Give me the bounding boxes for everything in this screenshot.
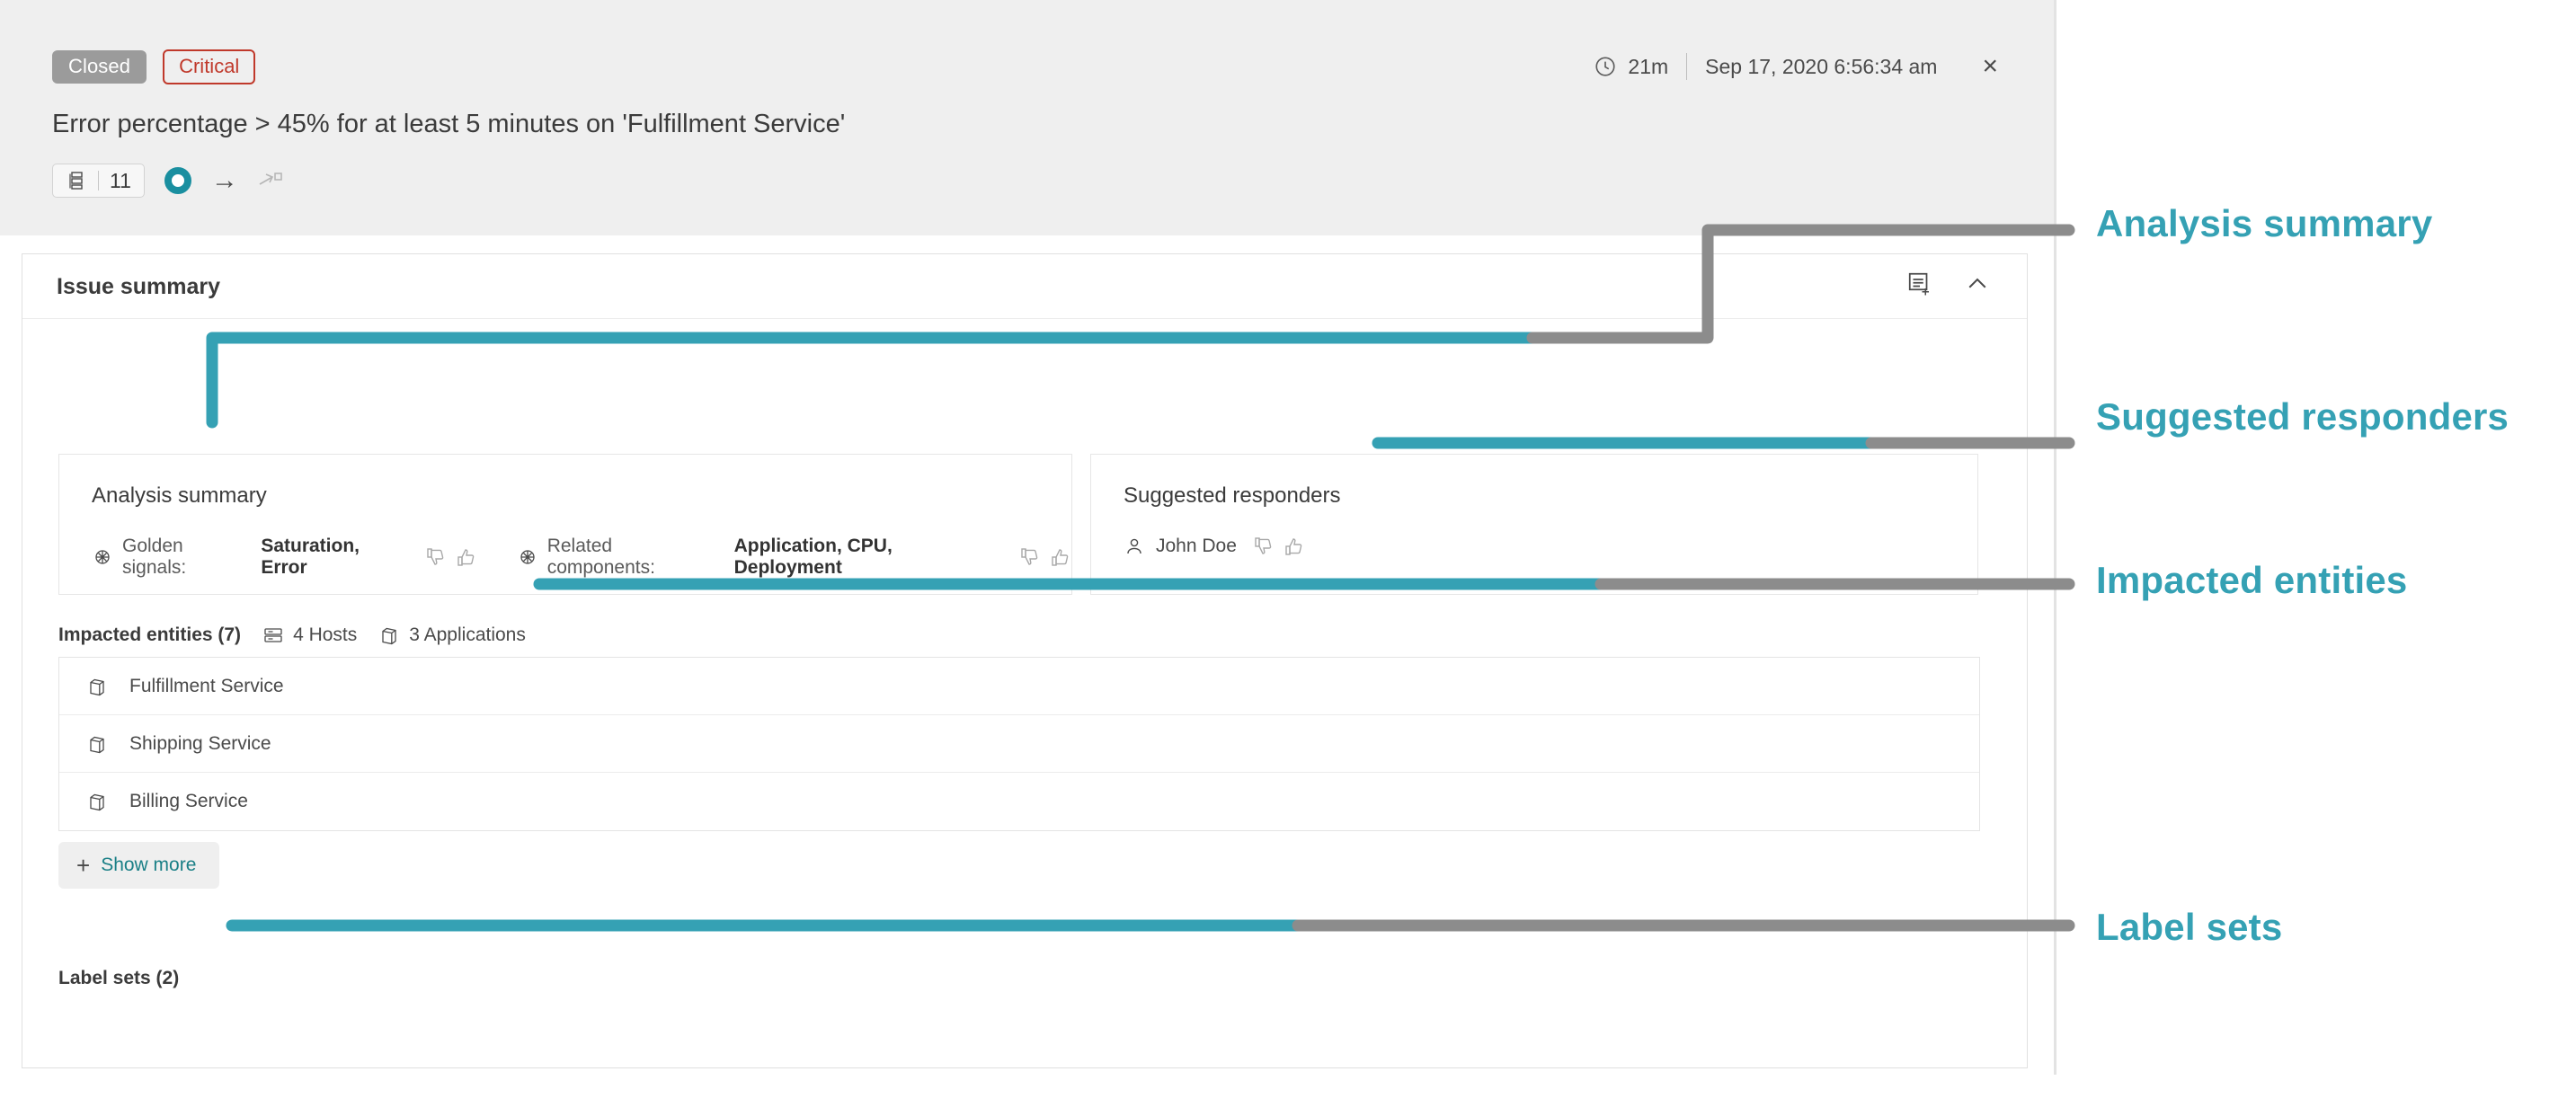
section-actions (1906, 270, 1991, 297)
annotation-label-impacted-entities: Impacted entities (2096, 559, 2408, 602)
issue-state-donut-icon (164, 167, 191, 194)
add-note-icon[interactable] (1906, 270, 1933, 297)
label-sets-label: Label sets (2) (58, 968, 179, 989)
stacked-events-icon (66, 170, 87, 191)
related-components-feedback (1019, 546, 1071, 568)
host-icon (262, 624, 284, 646)
impacted-entities-label: Impacted entities (7) (58, 624, 241, 646)
show-more-label: Show more (101, 855, 196, 876)
impacted-entities-header: Impacted entities (7) 4 Hosts (58, 624, 526, 646)
duration-value: 21m (1628, 55, 1668, 79)
summary-cards-row: Analysis summary Golden signals: Saturat… (58, 454, 1978, 595)
issue-summary-header: Issue summary (22, 254, 2027, 319)
golden-signals-group: Golden signals: Saturation, Error (92, 536, 477, 579)
status-badge[interactable]: Closed (52, 50, 147, 84)
thumbs-down-icon[interactable] (425, 546, 447, 568)
show-more-button[interactable]: + Show more (58, 842, 219, 889)
impacted-facet-hosts-text: 4 Hosts (293, 624, 357, 646)
annotation-label-suggested-responders: Suggested responders (2096, 395, 2509, 438)
golden-signals-icon (92, 546, 113, 568)
thumbs-down-icon[interactable] (1253, 536, 1275, 557)
header-divider (1686, 53, 1687, 80)
golden-signals-value: Saturation, Error (261, 536, 410, 579)
related-components-label: Related components: (547, 536, 725, 579)
related-components-icon (517, 546, 538, 568)
thumbs-up-icon[interactable] (1284, 536, 1305, 557)
application-icon (86, 733, 108, 755)
suggested-responders-title: Suggested responders (1124, 483, 1341, 509)
related-components-group: Related components: Application, CPU, De… (517, 536, 1071, 579)
annotation-label-analysis-summary: Analysis summary (2096, 202, 2432, 245)
severity-badge[interactable]: Critical (163, 49, 255, 84)
golden-signals-feedback (425, 546, 477, 568)
issue-closed-icon (258, 169, 285, 192)
thumbs-down-icon[interactable] (1019, 546, 1041, 568)
header-right-cluster: 21m Sep 17, 2020 6:56:34 am × (1594, 49, 2054, 84)
analysis-summary-rows: Golden signals: Saturation, Error (92, 536, 1071, 579)
impacted-facet-hosts[interactable]: 4 Hosts (262, 624, 357, 646)
suggested-responders-card: Suggested responders John Doe (1090, 454, 1978, 595)
related-components-value: Application, CPU, Deployment (734, 536, 1005, 579)
application-icon (86, 676, 108, 697)
screenshot-stage: Closed Critical Error percentage > 45% f… (0, 0, 2576, 1107)
close-icon[interactable]: × (1973, 49, 2007, 84)
application-icon (86, 791, 108, 812)
thumbs-up-icon[interactable] (1050, 546, 1071, 568)
thumbs-up-icon[interactable] (456, 546, 477, 568)
annotation-label-label-sets: Label sets (2096, 906, 2282, 949)
person-icon (1124, 536, 1145, 557)
impacted-facet-applications-text: 3 Applications (409, 624, 526, 646)
impacted-entities-list: Fulfillment Service Shipping Service (58, 657, 1980, 831)
event-count-value: 11 (110, 171, 131, 191)
analysis-summary-title: Analysis summary (92, 483, 267, 509)
entity-name: Billing Service (129, 791, 248, 812)
impacted-facet-applications[interactable]: 3 Applications (378, 624, 526, 646)
application-icon (378, 624, 400, 646)
plus-icon: + (76, 854, 90, 877)
clock-icon (1594, 55, 1617, 78)
badges-row: Closed Critical (52, 49, 255, 84)
issue-summary-card: Issue summary (22, 253, 2028, 1068)
golden-signals-label: Golden signals: (122, 536, 252, 579)
responder-feedback (1253, 536, 1305, 557)
duration-group: 21m (1594, 55, 1668, 79)
table-row[interactable]: Fulfillment Service (59, 658, 1979, 715)
entity-name: Shipping Service (129, 733, 271, 755)
table-row[interactable]: Shipping Service (59, 715, 1979, 773)
panel-header: Closed Critical Error percentage > 45% f… (0, 0, 2054, 235)
event-count-chip[interactable]: 11 (52, 164, 145, 198)
table-row[interactable]: Billing Service (59, 773, 1979, 830)
section-title: Issue summary (57, 274, 220, 300)
chevron-up-icon[interactable] (1964, 270, 1991, 297)
issue-detail-panel: Closed Critical Error percentage > 45% f… (0, 0, 2056, 1075)
state-arrow-icon: → (211, 167, 238, 194)
responder-item: John Doe (1124, 536, 1305, 557)
analysis-summary-card: Analysis summary Golden signals: Saturat… (58, 454, 1072, 595)
responder-name: John Doe (1156, 536, 1237, 557)
chip-divider (98, 171, 99, 190)
timestamp: Sep 17, 2020 6:56:34 am (1705, 55, 1937, 79)
issue-meta-row: 11 → (52, 164, 285, 198)
page-title: Error percentage > 45% for at least 5 mi… (52, 110, 845, 139)
entity-name: Fulfillment Service (129, 676, 284, 697)
